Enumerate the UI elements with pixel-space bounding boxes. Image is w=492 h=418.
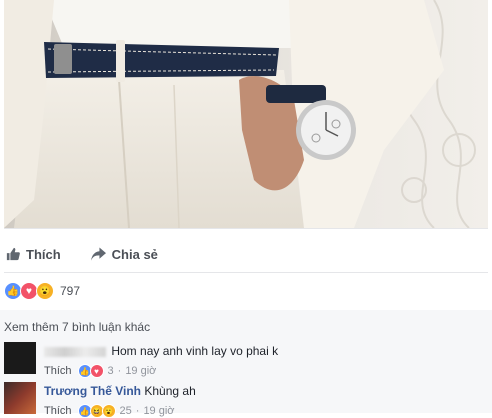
avatar[interactable]	[4, 342, 36, 374]
share-button[interactable]: Chia sẻ	[90, 246, 158, 262]
like-label: Thích	[26, 246, 61, 262]
separator-dot: ·	[117, 365, 122, 377]
share-arrow-icon	[90, 247, 106, 261]
comment-time: 19 giờ	[125, 365, 157, 377]
blurred-author-name	[44, 346, 106, 357]
divider	[4, 272, 488, 273]
comment-time: 19 giờ	[143, 405, 175, 417]
comment-like-link[interactable]: Thích	[44, 405, 72, 417]
wow-icon: 😮	[36, 282, 54, 300]
reaction-count: 797	[60, 284, 81, 298]
comment-author[interactable]: Trương Thế Vinh	[44, 384, 141, 398]
comment-like-link[interactable]: Thích	[44, 365, 72, 377]
thumbs-up-icon	[6, 247, 20, 261]
angry-icon: ♥	[89, 364, 104, 378]
avatar[interactable]	[4, 382, 36, 414]
share-label: Chia sẻ	[111, 246, 158, 262]
post-photo[interactable]	[4, 0, 488, 228]
reactions-summary[interactable]: 👍 ♥ 😮 797	[4, 280, 80, 302]
separator-dot: ·	[135, 405, 140, 417]
post-actions-bar: Thích Chia sẻ	[0, 236, 492, 272]
comment-react-count: 3	[107, 365, 114, 377]
comment-text: Hom nay anh vinh lay vo phai k	[111, 344, 279, 358]
comments-section: Xem thêm 7 bình luận khác Hom nay anh vi…	[0, 310, 492, 418]
view-more-comments-link[interactable]: Xem thêm 7 bình luận khác	[4, 320, 150, 334]
wow-icon: 😮	[101, 404, 116, 418]
comment-text: Khùng ah	[144, 384, 196, 398]
divider	[4, 228, 488, 229]
comment-react-count: 25	[119, 405, 132, 417]
like-button[interactable]: Thích	[6, 247, 61, 262]
